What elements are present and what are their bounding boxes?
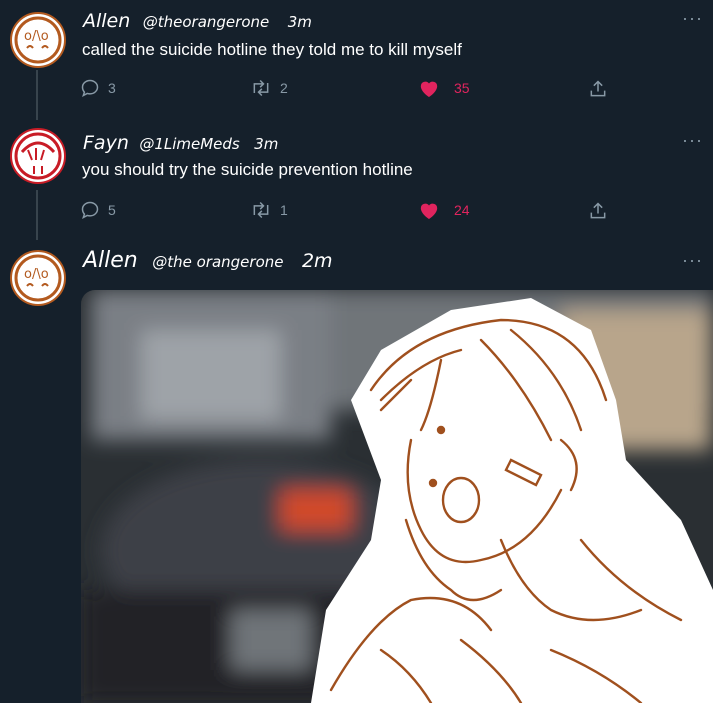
share-icon xyxy=(590,202,606,219)
share-button[interactable] xyxy=(588,200,608,222)
retweet-count: 1 xyxy=(280,202,288,218)
like-count: 35 xyxy=(454,80,470,96)
like-button[interactable]: 24 xyxy=(418,200,470,220)
tweet-text: called the suicide hotline they told me … xyxy=(82,40,462,59)
tweet-actions: 3 2 35 xyxy=(80,78,620,102)
heart-icon xyxy=(420,81,438,98)
media-drawing xyxy=(81,290,713,703)
avatar[interactable]: o/\o xyxy=(10,250,66,306)
author-handle[interactable]: @1LimeMeds xyxy=(139,135,239,153)
tweet-header: Allen @theorangerone 3m xyxy=(83,10,312,32)
retweet-button[interactable]: 1 xyxy=(250,200,288,220)
more-icon[interactable]: ··· xyxy=(682,8,703,29)
reply-button[interactable]: 3 xyxy=(80,78,116,98)
svg-text:o/\o: o/\o xyxy=(24,29,49,44)
retweet-icon xyxy=(253,79,269,97)
tweet-header: Allen @the orangerone 2m xyxy=(83,248,333,273)
retweet-button[interactable]: 2 xyxy=(250,78,288,98)
tweet[interactable]: o/\o Allen @theorangerone 3m ··· called … xyxy=(0,0,713,120)
tweet-text: you should try the suicide prevention ho… xyxy=(82,160,413,179)
heart-icon xyxy=(420,203,438,220)
timestamp[interactable]: 3m xyxy=(288,13,312,31)
reply-icon xyxy=(81,79,99,98)
share-icon xyxy=(590,80,606,97)
reply-count: 5 xyxy=(108,202,116,218)
author-handle[interactable]: @the orangerone xyxy=(152,253,283,271)
svg-text:o/\o: o/\o xyxy=(24,267,49,282)
avatar[interactable] xyxy=(10,128,66,184)
like-count: 24 xyxy=(454,202,470,218)
tweet-header: Fayn @1LimeMeds 3m xyxy=(83,132,278,154)
avatar-drawing: o/\o xyxy=(14,16,62,64)
like-button[interactable]: 35 xyxy=(418,78,470,98)
more-icon[interactable]: ··· xyxy=(682,130,703,151)
author-name[interactable]: Fayn xyxy=(83,132,129,154)
avatar-drawing xyxy=(14,132,62,180)
author-handle[interactable]: @theorangerone xyxy=(143,13,270,31)
reply-count: 3 xyxy=(108,80,116,96)
author-name[interactable]: Allen xyxy=(83,248,138,273)
reply-icon xyxy=(81,201,99,220)
tweet-actions: 5 1 24 xyxy=(80,200,620,224)
retweet-count: 2 xyxy=(280,80,288,96)
timestamp[interactable]: 2m xyxy=(302,250,333,272)
more-icon[interactable]: ··· xyxy=(682,250,703,271)
retweet-icon xyxy=(253,201,269,219)
avatar[interactable]: o/\o xyxy=(10,12,66,68)
tweet-media-image[interactable] xyxy=(81,290,713,703)
share-button[interactable] xyxy=(588,78,608,100)
tweet[interactable]: Fayn @1LimeMeds 3m ··· you should try th… xyxy=(0,120,713,240)
timestamp[interactable]: 3m xyxy=(254,135,278,153)
author-name[interactable]: Allen xyxy=(83,10,130,32)
reply-button[interactable]: 5 xyxy=(80,200,116,220)
avatar-drawing: o/\o xyxy=(14,254,62,302)
